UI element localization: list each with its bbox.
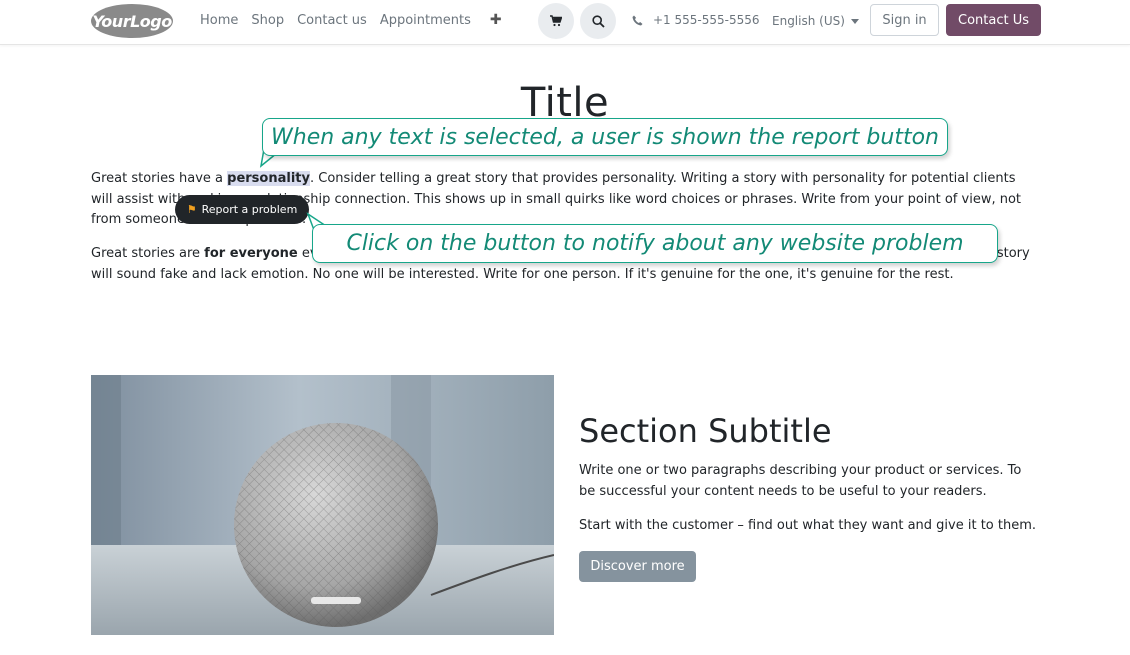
nav-home[interactable]: Home xyxy=(200,13,238,28)
section-subtitle: Section Subtitle xyxy=(579,412,832,450)
discover-more-button[interactable]: Discover more xyxy=(579,551,696,582)
section-paragraph-1: Write one or two paragraphs describing y… xyxy=(579,463,1022,499)
callout-annotation-2: Click on the button to notify about any … xyxy=(312,224,998,263)
chevron-down-icon xyxy=(850,19,859,24)
language-selector[interactable]: English (US) xyxy=(772,14,859,28)
product-image xyxy=(91,375,554,635)
cart-icon xyxy=(550,15,562,27)
report-problem-label: Report a problem xyxy=(201,203,298,216)
selected-text[interactable]: personality xyxy=(227,171,310,186)
search-button[interactable] xyxy=(580,3,616,39)
main-nav: Home Shop Contact us Appointments ✚ xyxy=(200,12,502,28)
phone-number[interactable]: +1 555-555-5556 xyxy=(632,13,760,27)
report-problem-button[interactable]: ⚑ Report a problem xyxy=(175,195,309,224)
callout-annotation-1: When any text is selected, a user is sho… xyxy=(262,118,948,156)
language-label: English (US) xyxy=(772,14,845,28)
nav-shop[interactable]: Shop xyxy=(251,13,284,28)
logo-text: YourLogo xyxy=(92,11,172,31)
flag-icon: ⚑ xyxy=(186,203,197,216)
section-paragraph-2: Start with the customer – find out what … xyxy=(579,518,1037,533)
cart-button[interactable] xyxy=(538,3,574,39)
callout-2-text: Click on the button to notify about any … xyxy=(346,231,964,256)
contact-us-button[interactable]: Contact Us xyxy=(946,4,1041,36)
site-logo[interactable]: YourLogo xyxy=(91,4,173,38)
nav-contact-us[interactable]: Contact us xyxy=(297,13,367,28)
sign-in-button[interactable]: Sign in xyxy=(870,4,939,36)
site-header: YourLogo Home Shop Contact us Appointmen… xyxy=(0,0,1130,45)
phone-text: +1 555-555-5556 xyxy=(653,13,760,27)
callout-1-text: When any text is selected, a user is sho… xyxy=(271,124,939,150)
add-menu-icon[interactable]: ✚ xyxy=(490,12,502,28)
p1-text-start: Great stories have a xyxy=(91,171,228,186)
p2-text-start: Great stories are xyxy=(91,246,205,261)
nav-appointments[interactable]: Appointments xyxy=(380,13,471,28)
search-icon xyxy=(591,14,605,28)
p2-bold-text: for everyone xyxy=(204,246,298,261)
speaker-illustration xyxy=(91,375,554,635)
phone-icon xyxy=(632,15,643,25)
